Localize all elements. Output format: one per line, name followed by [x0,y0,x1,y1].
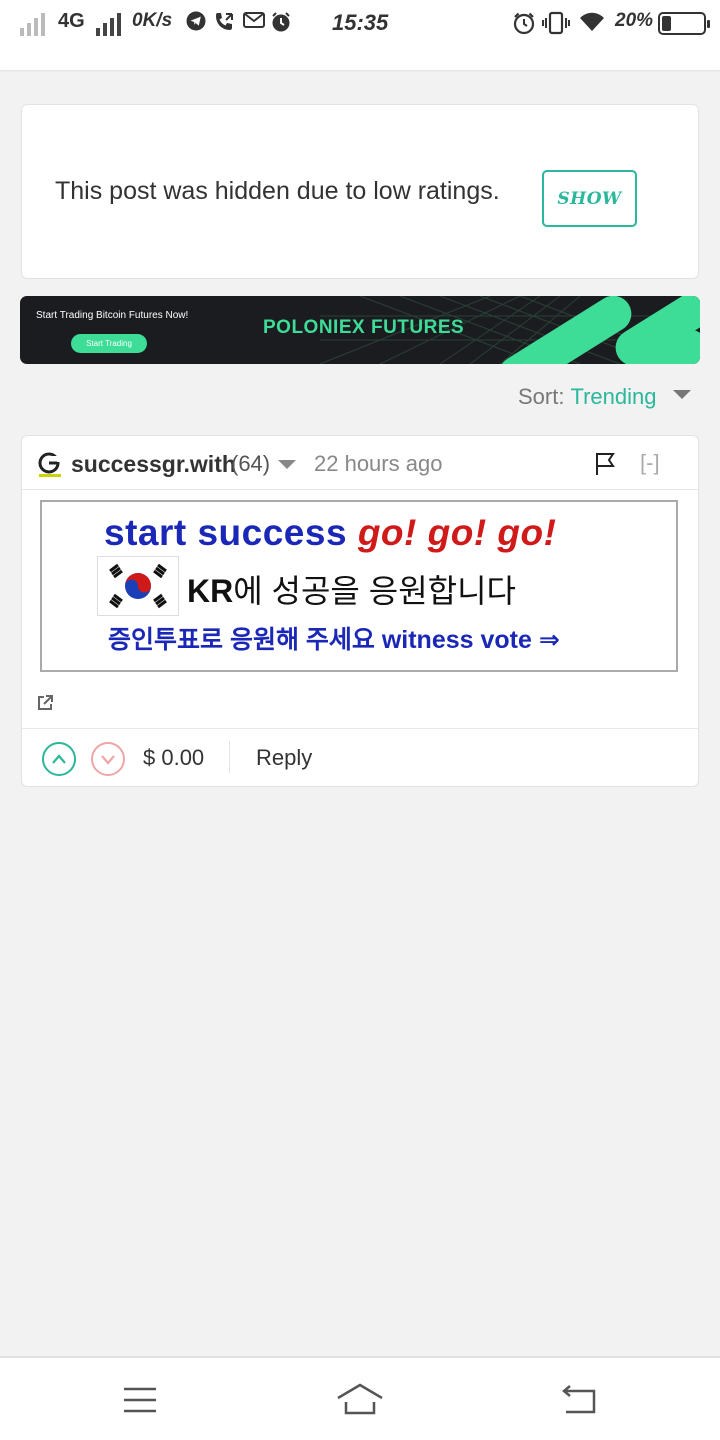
collapse-button[interactable]: [-] [640,450,660,476]
comment-card: successgr.with (64) 22 hours ago [-] sta… [21,435,699,787]
sort-control[interactable]: Sort: Trending [518,384,656,410]
signal-strength-icon [96,12,126,36]
upvote-button[interactable] [42,742,76,776]
image-witness-line: 증인투표로 응원해 주세요 witness vote ⇒ [108,626,560,654]
sort-value[interactable]: Trending [570,384,656,409]
system-nav-bar [0,1356,720,1440]
network-speed: 0K/s [132,10,173,31]
flag-icon[interactable] [594,452,616,476]
image-subline: KR에 성공을 응원합니다 [187,566,516,612]
battery-icon [658,12,710,35]
wifi-icon [578,11,606,39]
clock-time: 15:35 [332,10,389,35]
downvote-button[interactable] [91,742,125,776]
image-subline-text: 에 성공을 응원합니다 [233,573,516,609]
comment-header: successgr.with (64) 22 hours ago [-] [22,436,698,490]
banner-brand-logo: POLONIEX FUTURES [263,317,465,338]
status-bar: 4G 0K/s 15:35 20% [0,0,720,70]
show-button[interactable]: SHOW [542,170,637,227]
menu-icon[interactable] [122,1386,158,1414]
image-headline-red: go! go! go! [357,512,557,553]
avatar[interactable] [36,451,64,479]
comment-image[interactable]: start success go! go! go! KR에 성공을 응원합니다 … [40,500,678,672]
banner-start-trading-button[interactable]: Start Trading [71,334,147,353]
battery-percent: 20% [615,10,654,31]
network-type: 4G [58,10,85,32]
author-reputation: (64) [231,451,271,476]
back-icon[interactable] [560,1384,598,1416]
vibrate-icon [542,11,570,41]
ad-banner[interactable]: Start Trading Bitcoin Futures Now! Start… [20,296,700,364]
reply-button[interactable]: Reply [256,745,312,771]
image-subline-bold: KR [187,573,234,609]
signal-icon [20,12,50,36]
chevron-up-icon [52,754,66,764]
external-link-icon[interactable] [37,695,53,711]
comment-footer: $ 0.00 Reply [22,728,698,786]
chevron-down-icon[interactable] [673,390,691,399]
image-headline-blue: start success [104,512,358,553]
alarm-icon [270,11,292,39]
korea-flag-icon [97,556,179,616]
sort-label: Sort: [518,384,565,409]
payout-value[interactable]: $ 0.00 [143,745,204,771]
gmail-icon [243,11,265,35]
telegram-icon [186,11,206,37]
hidden-post-message: This post was hidden due to low ratings. [55,177,500,205]
author-menu-chevron-icon[interactable] [278,460,296,469]
chevron-down-icon [101,755,115,765]
hidden-post-card: This post was hidden due to low ratings.… [21,104,699,279]
alarm-icon [512,11,536,41]
footer-divider [229,741,230,773]
comment-author[interactable]: successgr.with [71,451,236,478]
phone-icon [213,11,235,39]
home-icon[interactable] [336,1382,384,1416]
comment-timestamp[interactable]: 22 hours ago [314,451,442,477]
banner-cta-text: Start Trading Bitcoin Futures Now! [36,310,189,321]
image-headline: start success go! go! go! [104,512,556,554]
